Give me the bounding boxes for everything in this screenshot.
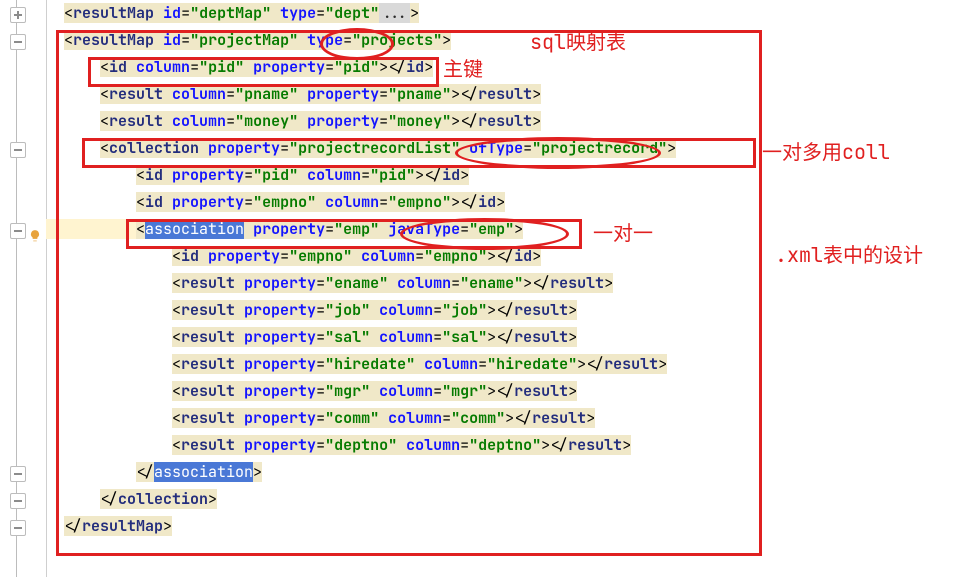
editor-code[interactable]: <resultMap id="deptMap" type="dept"...> … bbox=[46, 0, 964, 540]
editor-gutter bbox=[0, 0, 47, 577]
annotation-text-one-to-many: 一对多用coll bbox=[762, 139, 890, 166]
annotation-text-one-to-one: 一对一 bbox=[593, 220, 653, 247]
annotation-text-sql-table: sql映射表 bbox=[530, 29, 626, 56]
fold-toggle-icon[interactable] bbox=[10, 520, 26, 536]
fold-toggle-icon[interactable] bbox=[10, 493, 26, 509]
fold-toggle-icon[interactable] bbox=[10, 466, 26, 482]
lightbulb-icon[interactable] bbox=[28, 225, 42, 239]
fold-toggle-icon[interactable] bbox=[10, 34, 26, 50]
fold-toggle-icon[interactable] bbox=[10, 7, 26, 23]
fold-toggle-icon[interactable] bbox=[10, 223, 26, 239]
fold-toggle-icon[interactable] bbox=[10, 142, 26, 158]
annotation-text-xml-design: .xml表中的设计 bbox=[775, 242, 923, 269]
annotation-text-pk: 主键 bbox=[443, 56, 483, 83]
